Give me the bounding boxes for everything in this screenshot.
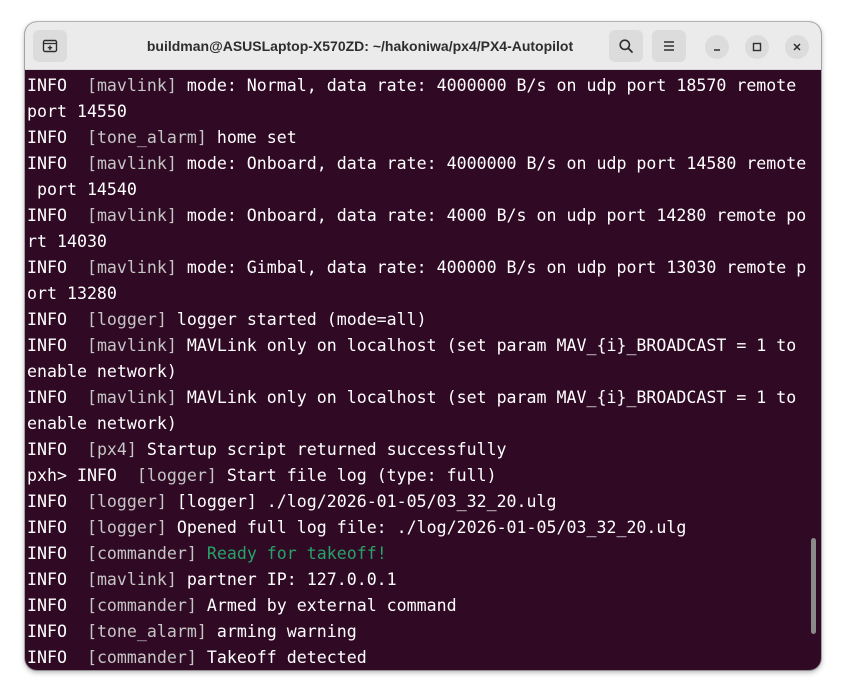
log-text: rt 14030 — [27, 232, 107, 251]
new-tab-icon — [42, 39, 58, 53]
hamburger-menu-icon — [664, 41, 674, 51]
search-icon — [619, 39, 633, 53]
terminal-line: rt 14030 — [27, 229, 107, 255]
log-text: logger started (mode=all) — [166, 310, 427, 329]
log-text: MAVLink only on localhost (set param MAV… — [176, 388, 797, 407]
terminal-line: INFO [mavlink] partner IP: 127.0.0.1 — [27, 567, 397, 593]
ready-status-text: Ready for takeoff! — [206, 544, 387, 563]
log-text: [logger] ./log/2026-01-05/03_32_20.ulg — [166, 492, 557, 511]
terminal-window: buildman@ASUSLaptop-X570ZD: ~/hakoniwa/p… — [25, 22, 821, 670]
log-module-tag: [commander] — [86, 544, 197, 563]
log-text: INFO — [27, 544, 87, 563]
new-tab-button[interactable] — [33, 30, 67, 62]
menu-button[interactable] — [652, 30, 686, 62]
terminal-line: enable network) — [27, 359, 177, 385]
terminal-line: INFO [mavlink] mode: Onboard, data rate:… — [27, 203, 806, 229]
log-module-tag: [commander] — [86, 648, 197, 667]
terminal-line: INFO [logger] logger started (mode=all) — [27, 307, 427, 333]
log-module-tag: [mavlink] — [86, 336, 177, 355]
log-text: enable network) — [27, 362, 177, 381]
log-module-tag: [logger] — [136, 466, 217, 485]
log-module-tag: [mavlink] — [86, 154, 177, 173]
title-bar[interactable]: buildman@ASUSLaptop-X570ZD: ~/hakoniwa/p… — [25, 22, 821, 70]
terminal-line: INFO [mavlink] MAVLink only on localhost… — [27, 333, 796, 359]
terminal-line: INFO [px4] Startup script returned succe… — [27, 437, 507, 463]
log-text: INFO — [27, 128, 87, 147]
log-text: ort 13280 — [27, 284, 117, 303]
log-module-tag: [logger] — [86, 518, 167, 537]
log-module-tag: [mavlink] — [86, 570, 177, 589]
log-text: INFO — [27, 206, 87, 225]
log-text: mode: Normal, data rate: 4000000 B/s on … — [176, 76, 797, 95]
log-text: INFO — [27, 258, 87, 277]
terminal-line: INFO [logger] [logger] ./log/2026-01-05/… — [27, 489, 557, 515]
log-text: partner IP: 127.0.0.1 — [176, 570, 397, 589]
terminal-line: INFO [tone_alarm] home set — [27, 125, 297, 151]
log-module-tag: [tone_alarm] — [86, 622, 207, 641]
log-text: INFO — [27, 518, 87, 537]
terminal-line: INFO [commander] Ready for takeoff! — [27, 541, 387, 567]
terminal-line: INFO [commander] Takeoff detected — [27, 645, 367, 670]
log-text: INFO — [27, 570, 87, 589]
log-text: INFO — [27, 310, 87, 329]
maximize-button[interactable] — [745, 35, 769, 59]
log-text: Opened full log file: ./log/2026-01-05/0… — [166, 518, 687, 537]
log-text: Startup script returned successfully — [136, 440, 507, 459]
log-module-tag: [px4] — [86, 440, 137, 459]
log-text: Takeoff detected — [196, 648, 367, 667]
log-text: MAVLink only on localhost (set param MAV… — [176, 336, 797, 355]
log-text: INFO — [27, 622, 87, 641]
log-module-tag: [tone_alarm] — [86, 128, 207, 147]
log-module-tag: [logger] — [86, 492, 167, 511]
terminal-line: INFO [mavlink] mode: Gimbal, data rate: … — [27, 255, 806, 281]
log-text: mode: Onboard, data rate: 4000000 B/s on… — [176, 154, 807, 173]
log-text: mode: Gimbal, data rate: 400000 B/s on u… — [176, 258, 807, 277]
close-button[interactable] — [785, 35, 809, 59]
log-text: INFO — [27, 492, 87, 511]
terminal-line: INFO [mavlink] mode: Onboard, data rate:… — [27, 151, 806, 177]
log-text: Start file log (type: full) — [216, 466, 497, 485]
log-text: INFO — [27, 440, 87, 459]
terminal-line: INFO [mavlink] MAVLink only on localhost… — [27, 385, 796, 411]
terminal-line: ort 13280 — [27, 281, 117, 307]
terminal-line: INFO [commander] Armed by external comma… — [27, 593, 457, 619]
terminal-line: port 14550 — [27, 99, 127, 125]
terminal-line: INFO [tone_alarm] arming warning — [27, 619, 357, 645]
log-module-tag: [mavlink] — [86, 76, 177, 95]
log-module-tag: [mavlink] — [86, 258, 177, 277]
log-text: INFO — [27, 596, 87, 615]
terminal-output[interactable]: INFO [mavlink] mode: Normal, data rate: … — [25, 70, 821, 670]
log-text: enable network) — [27, 414, 177, 433]
log-text: INFO — [27, 154, 87, 173]
log-text: INFO — [27, 388, 87, 407]
log-text: INFO — [27, 648, 87, 667]
minimize-button[interactable] — [705, 35, 729, 59]
search-button[interactable] — [609, 30, 643, 62]
log-text: INFO — [27, 76, 87, 95]
log-text: pxh> INFO — [27, 466, 137, 485]
log-text: arming warning — [206, 622, 357, 641]
scrollbar-thumb[interactable] — [811, 538, 816, 634]
log-text: INFO — [27, 336, 87, 355]
log-text: home set — [206, 128, 297, 147]
terminal-line: INFO [mavlink] mode: Normal, data rate: … — [27, 73, 796, 99]
terminal-line: port 14540 — [27, 177, 137, 203]
minimize-icon — [714, 49, 720, 51]
terminal-line: INFO [logger] Opened full log file: ./lo… — [27, 515, 686, 541]
log-text: mode: Onboard, data rate: 4000 B/s on ud… — [176, 206, 807, 225]
log-module-tag: [mavlink] — [86, 388, 177, 407]
maximize-icon — [752, 42, 762, 52]
log-module-tag: [commander] — [86, 596, 197, 615]
window-title: buildman@ASUSLaptop-X570ZD: ~/hakoniwa/p… — [146, 38, 574, 54]
log-text: port 14540 — [27, 180, 137, 199]
log-text: Armed by external command — [196, 596, 457, 615]
terminal-line: pxh> INFO [logger] Start file log (type:… — [27, 463, 497, 489]
log-module-tag: [logger] — [86, 310, 167, 329]
log-text: port 14550 — [27, 102, 127, 121]
terminal-line: enable network) — [27, 411, 177, 437]
log-module-tag: [mavlink] — [86, 206, 177, 225]
close-icon — [793, 43, 801, 51]
